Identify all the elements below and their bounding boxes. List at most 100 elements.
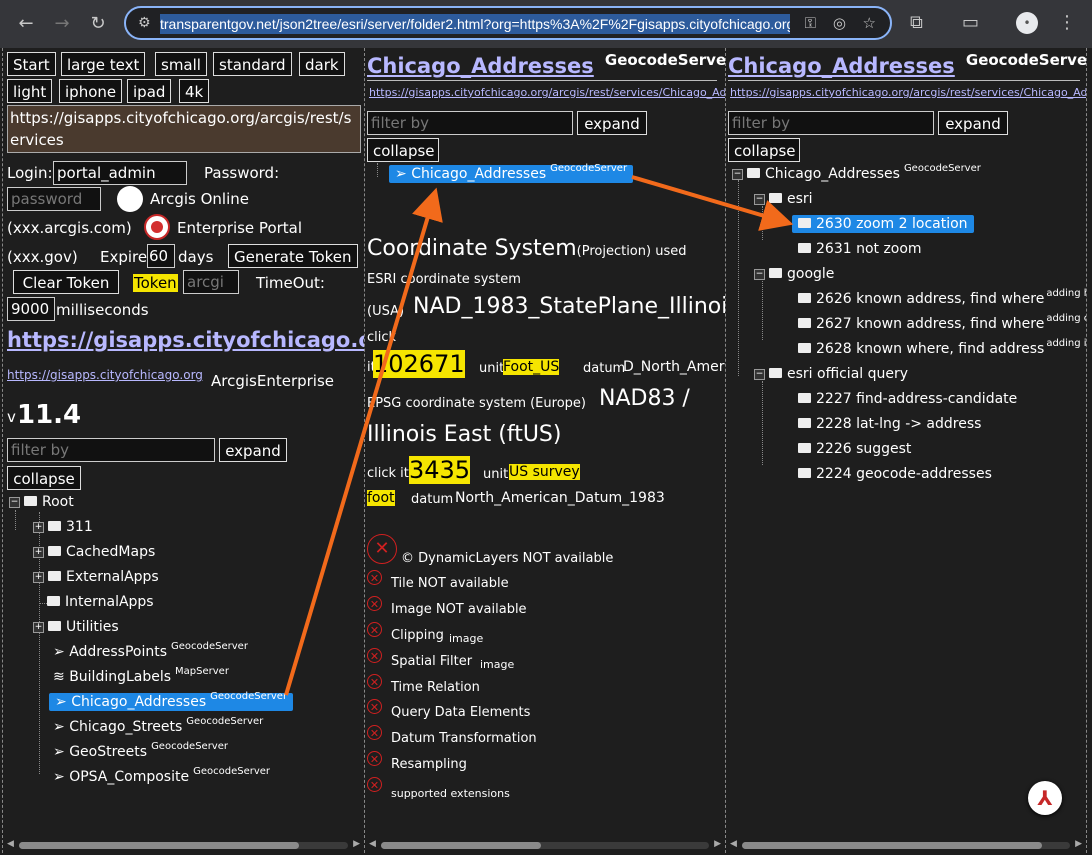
filter-input[interactable]: filter by [367,111,573,135]
scroll-thumb[interactable] [742,842,1042,849]
service-url-link[interactable]: https://gisapps.cityofchicago.org/arcgis… [369,86,725,99]
tree-node-utilities[interactable]: + Utilities [33,619,119,635]
login-input[interactable]: portal_admin [53,161,187,185]
tree-node-internalapps[interactable]: InternalApps [39,594,154,610]
collapse-toggle-icon[interactable]: − [754,268,765,280]
standard-button[interactable]: standard [213,52,292,76]
scroll-left-icon[interactable]: ◀ [369,839,376,849]
filter-input[interactable]: filter by [728,111,934,135]
timeout-input[interactable]: 9000 [7,297,55,321]
expand-toggle-icon[interactable]: + [33,546,44,558]
collapse-button[interactable]: collapse [7,466,81,490]
tree-item-2627[interactable]: 2627 known address, find whereadding cli… [798,313,1086,332]
collapse-toggle-icon[interactable]: − [754,368,765,380]
tree-node-chicago-streets[interactable]: ➢ Chicago_Streets GeocodeServer [53,716,263,735]
collapse-button[interactable]: collapse [728,138,800,162]
4k-button[interactable]: 4k [179,79,210,103]
eye-off-icon[interactable]: ◎ [833,14,846,32]
tree-item-2626[interactable]: 2626 known address, find whereadding hov… [798,288,1086,307]
tree-group-google[interactable]: − google [754,266,834,282]
address-bar[interactable]: ⚙ transparentgov.net/json2tree/esri/serv… [124,6,892,40]
tree-node-root[interactable]: − Chicago_Addresses GeocodeServer [732,163,981,182]
tree-item-2228[interactable]: 2228 lat-lng -> address [798,416,981,432]
enterprise-portal-radio[interactable] [144,214,170,240]
tree-node-geostreets[interactable]: ➢ GeoStreets GeocodeServer [53,741,228,760]
start-button[interactable]: Start [7,52,56,76]
dark-button[interactable]: dark [299,52,345,76]
epsg-code[interactable]: 3435 [409,456,471,484]
arcgis-online-radio[interactable] [117,186,143,212]
horizontal-scrollbar[interactable]: ◀ ▶ [7,839,360,850]
wkid-code[interactable]: 102671 [373,350,465,378]
token-input[interactable]: arcgi [183,270,239,294]
collapse-toggle-icon[interactable]: − [754,193,765,205]
tree-node-opsa-composite[interactable]: ➢ OPSA_Composite GeocodeServer [53,766,270,785]
iphone-button[interactable]: iphone [59,79,123,103]
server-home-link[interactable]: https://gisapps.cityofchicago.org [7,328,364,352]
password-input[interactable]: password [7,187,101,211]
capability-spatial-sub: image [480,658,515,671]
expand-button[interactable]: expand [577,111,647,135]
horizontal-scrollbar[interactable]: ◀ ▶ [369,839,721,850]
tree-group-esri-official-query[interactable]: − esri official query [754,366,908,382]
service-title[interactable]: Chicago_Addresses GeocodeServer [367,51,725,78]
expand-button[interactable]: expand [938,111,1008,135]
bookmark-star-icon[interactable]: ☆ [863,14,876,32]
tree-group-esri[interactable]: − esri [754,191,813,207]
forward-icon[interactable]: → [50,12,74,36]
tree-node-buildinglabels[interactable]: ≋ BuildingLabels MapServer [53,666,229,685]
scroll-right-icon[interactable]: ▶ [1075,839,1082,849]
tree-node-root[interactable]: − Root [9,494,74,510]
pdf-button[interactable]: ⅄ [1028,781,1062,815]
horizontal-scrollbar[interactable]: ◀ ▶ [730,839,1082,850]
scroll-thumb[interactable] [381,842,541,849]
tree-item-2628[interactable]: 2628 known where, find addressadding ima… [798,338,1086,357]
tree-node-chicago-addresses[interactable]: ➢ Chicago_Addresses GeocodeServer [49,691,294,711]
tree-item-2224[interactable]: 2224 geocode-addresses [798,466,992,482]
address-bar-url[interactable]: transparentgov.net/json2tree/esri/server… [160,14,790,34]
expand-toggle-icon[interactable]: + [33,571,44,583]
clear-token-button[interactable]: Clear Token [13,270,119,294]
service-url-link[interactable]: https://gisapps.cityofchicago.org/arcgis… [730,86,1086,99]
collapse-button[interactable]: collapse [367,138,439,162]
scroll-right-icon[interactable]: ▶ [714,839,721,849]
scroll-thumb[interactable] [19,842,299,849]
expand-button[interactable]: expand [219,438,287,462]
small-button[interactable]: small [155,52,207,76]
tab-search-icon[interactable]: ▭ [962,12,979,33]
tree-node-addresspoints[interactable]: ➢ AddressPoints GeocodeServer [53,641,248,660]
tree-node-externalapps[interactable]: + ExternalApps [33,569,159,585]
expand-toggle-icon[interactable]: + [33,521,44,533]
collapse-toggle-icon[interactable]: − [732,168,743,180]
generate-token-button[interactable]: Generate Token [228,244,358,268]
server-url-textarea[interactable]: https://gisapps.cityofchicago.org/arcgis… [7,105,361,153]
light-button[interactable]: light [7,79,53,103]
menu-icon[interactable]: ⋮ [1058,12,1076,33]
service-title-text[interactable]: Chicago_Addresses [367,54,594,78]
tree-node-chicago-addresses[interactable]: ➢ Chicago_Addresses GeocodeServer [389,163,634,183]
service-title-text[interactable]: Chicago_Addresses [728,54,955,78]
reload-icon[interactable]: ↻ [86,12,110,36]
key-icon[interactable]: ⚿ [805,14,816,32]
ipad-button[interactable]: ipad [127,79,172,103]
tree-node-311[interactable]: +311 [33,519,93,535]
filter-input[interactable]: filter by [7,438,215,462]
tree-item-2630[interactable]: 2630 zoom 2 location [792,215,974,233]
scroll-right-icon[interactable]: ▶ [353,839,360,849]
back-icon[interactable]: ← [14,12,38,36]
site-settings-icon[interactable]: ⚙ [138,15,151,31]
tree-item-2226[interactable]: 2226 suggest [798,441,911,457]
extensions-icon[interactable]: ⧉ [910,12,923,33]
tree-item-2227[interactable]: 2227 find-address-candidate [798,391,1017,407]
profile-avatar[interactable]: • [1016,12,1038,34]
service-title[interactable]: Chicago_Addresses GeocodeServer [728,51,1086,78]
tree-node-cachedmaps[interactable]: + CachedMaps [33,544,155,560]
server-small-link[interactable]: https://gisapps.cityofchicago.org [7,368,203,382]
collapse-toggle-icon[interactable]: − [9,496,20,508]
large-text-button[interactable]: large text [61,52,146,76]
expand-toggle-icon[interactable]: + [33,621,44,633]
tree-item-2631[interactable]: 2631 not zoom [798,241,922,257]
scroll-left-icon[interactable]: ◀ [730,839,737,849]
scroll-left-icon[interactable]: ◀ [7,839,14,849]
expire-input[interactable]: 60 [147,244,175,268]
